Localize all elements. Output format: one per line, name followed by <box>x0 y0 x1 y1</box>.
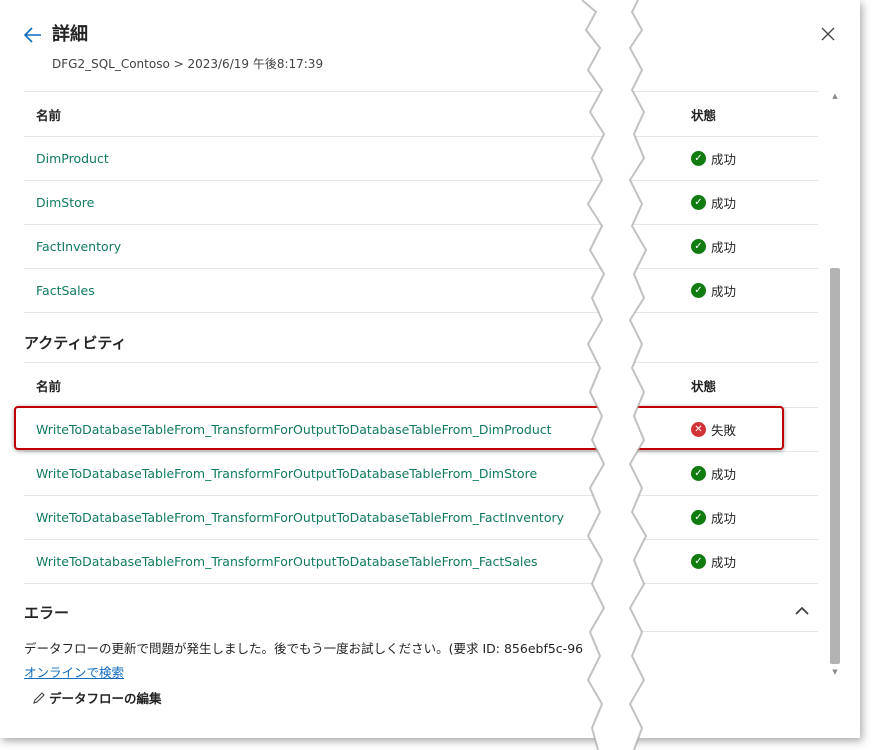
chevron-up-icon[interactable] <box>793 603 811 619</box>
torn-edge-decoration <box>581 0 648 750</box>
success-check-icon: ✓ <box>691 195 706 210</box>
column-header-name: 名前 <box>36 107 62 123</box>
success-check-icon: ✓ <box>691 239 706 254</box>
activities-heading: アクティビティ <box>24 334 127 352</box>
activities-table: 名前 状態 WriteToDatabaseTableFrom_Transform… <box>24 362 818 584</box>
breadcrumb: DFG2_SQL_Contoso > 2023/6/19 午後8:17:39 <box>52 57 324 71</box>
activities-header-row: 名前 状態 <box>24 363 818 408</box>
table-row[interactable]: FactSales ✓ 成功 <box>24 269 818 313</box>
success-check-icon: ✓ <box>691 151 706 166</box>
activity-row[interactable]: WriteToDatabaseTableFrom_TransformForOut… <box>24 496 818 540</box>
table-name-link[interactable]: DimStore <box>36 181 94 224</box>
scroll-up-arrow-icon[interactable]: ▲ <box>831 92 839 100</box>
close-icon[interactable] <box>818 24 838 44</box>
table-name-link[interactable]: FactSales <box>36 269 95 312</box>
edit-dataflow-button[interactable]: データフローの編集 <box>32 688 162 707</box>
scrollbar[interactable]: ▲ ▼ <box>828 90 842 682</box>
page-title: 詳細 <box>52 24 88 45</box>
edit-dataflow-label: データフローの編集 <box>49 691 162 706</box>
success-check-icon: ✓ <box>691 283 706 298</box>
table-row[interactable]: DimStore ✓ 成功 <box>24 181 818 225</box>
column-header-status: 状態 <box>691 107 717 123</box>
back-arrow-icon[interactable] <box>22 24 44 46</box>
column-header-status: 状態 <box>691 378 717 394</box>
table-name-link[interactable]: DimProduct <box>36 137 109 180</box>
column-header-name: 名前 <box>36 378 62 394</box>
search-online-link[interactable]: オンラインで検索 <box>24 662 124 681</box>
pencil-icon <box>33 691 45 704</box>
table-row[interactable]: DimProduct ✓ 成功 <box>24 137 818 181</box>
table-header-row: 名前 状態 <box>24 92 818 137</box>
activity-name-link[interactable]: WriteToDatabaseTableFrom_TransformForOut… <box>36 496 564 539</box>
success-check-icon: ✓ <box>691 554 706 569</box>
activity-name-link[interactable]: WriteToDatabaseTableFrom_TransformForOut… <box>36 452 537 495</box>
scroll-down-arrow-icon[interactable]: ▼ <box>831 668 839 676</box>
tables-table: 名前 状態 DimProduct ✓ 成功 DimStore ✓ 成功 FactIn… <box>24 91 818 313</box>
success-check-icon: ✓ <box>691 466 706 481</box>
success-check-icon: ✓ <box>691 510 706 525</box>
failed-row-highlight <box>14 406 784 450</box>
activity-row[interactable]: WriteToDatabaseTableFrom_TransformForOut… <box>24 540 818 584</box>
activity-row[interactable]: WriteToDatabaseTableFrom_TransformForOut… <box>24 452 818 496</box>
activity-name-link[interactable]: WriteToDatabaseTableFrom_TransformForOut… <box>36 540 538 583</box>
status-label: 成功 <box>711 240 737 255</box>
table-name-link[interactable]: FactInventory <box>36 225 121 268</box>
status-label: 成功 <box>711 467 737 482</box>
table-row[interactable]: FactInventory ✓ 成功 <box>24 225 818 269</box>
scroll-thumb[interactable] <box>830 268 840 664</box>
error-message: データフローの更新で問題が発生しました。後でもう一度お試しください。(要求 ID… <box>24 641 584 656</box>
status-label: 成功 <box>711 284 737 299</box>
status-label: 成功 <box>711 555 737 570</box>
status-label: 成功 <box>711 196 737 211</box>
status-label: 成功 <box>711 511 737 526</box>
details-panel: 詳細 DFG2_SQL_Contoso > 2023/6/19 午後8:17:3… <box>0 0 860 738</box>
status-label: 成功 <box>711 152 737 167</box>
error-heading: エラー <box>24 604 70 622</box>
